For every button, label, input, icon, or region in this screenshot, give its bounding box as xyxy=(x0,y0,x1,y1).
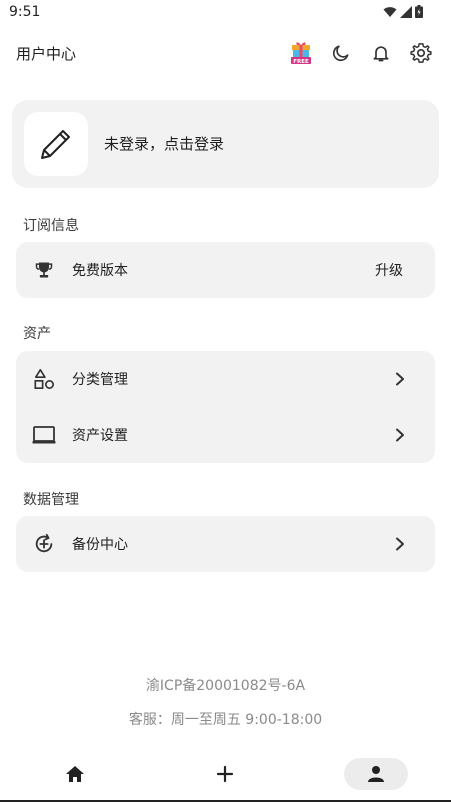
battery-icon xyxy=(415,5,423,18)
notifications-button[interactable] xyxy=(361,39,401,67)
app-bar: 用户中心 FREE xyxy=(0,26,451,78)
trophy-icon xyxy=(32,258,56,282)
customer-service-hours: 客服：周一至周五 9:00-18:00 xyxy=(128,712,323,728)
page-title: 用户中心 xyxy=(16,45,77,63)
list-item-label: 免费版本 xyxy=(72,263,128,279)
signal-icon xyxy=(400,5,412,18)
list-item-label: 备份中心 xyxy=(72,537,128,553)
list-item-asset-settings[interactable]: 资产设置 xyxy=(16,407,435,463)
subscription-group: 免费版本 升级 xyxy=(16,242,435,298)
section-title-assets: 资产 xyxy=(23,326,51,342)
avatar xyxy=(24,112,88,176)
status-icons xyxy=(383,5,423,18)
bottom-nav xyxy=(0,746,451,802)
gift-free-icon: FREE xyxy=(291,42,311,65)
section-title-data-management: 数据管理 xyxy=(23,492,79,508)
login-card[interactable]: 未登录，点击登录 xyxy=(12,100,439,188)
app-bar-actions: FREE xyxy=(281,39,441,67)
wifi-icon xyxy=(383,6,397,17)
nav-profile[interactable] xyxy=(344,758,408,790)
backup-icon xyxy=(32,532,56,556)
section-title-subscription: 订阅信息 xyxy=(23,218,79,234)
home-icon xyxy=(66,766,84,782)
status-bar: 9:51 xyxy=(0,0,451,26)
nav-add[interactable] xyxy=(193,758,257,790)
dark-mode-button[interactable] xyxy=(321,39,361,67)
list-item-label: 资产设置 xyxy=(72,428,128,444)
gift-free-button[interactable]: FREE xyxy=(281,39,321,67)
nav-home[interactable] xyxy=(43,758,107,790)
shapes-icon xyxy=(32,367,56,391)
bell-icon xyxy=(373,46,389,62)
upgrade-button[interactable]: 升级 xyxy=(375,260,403,280)
chevron-right-icon xyxy=(393,425,407,445)
chevron-right-icon xyxy=(393,369,407,389)
laptop-icon xyxy=(32,423,56,447)
settings-button[interactable] xyxy=(401,39,441,67)
icp-license-text: 渝ICP备20001082号-6A xyxy=(145,678,306,694)
list-item-category-management[interactable]: 分类管理 xyxy=(16,351,435,407)
svg-text:FREE: FREE xyxy=(293,59,309,65)
list-item-backup-center[interactable]: 备份中心 xyxy=(16,516,435,572)
list-item-free-version[interactable]: 免费版本 升级 xyxy=(16,242,435,298)
pencil-icon xyxy=(41,130,70,159)
login-prompt: 未登录，点击登录 xyxy=(104,135,225,153)
person-icon xyxy=(368,766,384,782)
plus-icon xyxy=(216,765,234,783)
gear-icon xyxy=(410,43,432,63)
assets-group: 分类管理 资产设置 xyxy=(16,351,435,463)
status-time: 9:51 xyxy=(9,4,41,20)
data-management-group: 备份中心 xyxy=(16,516,435,572)
chevron-right-icon xyxy=(393,534,407,554)
list-item-label: 分类管理 xyxy=(72,372,128,388)
moon-icon xyxy=(332,45,349,62)
